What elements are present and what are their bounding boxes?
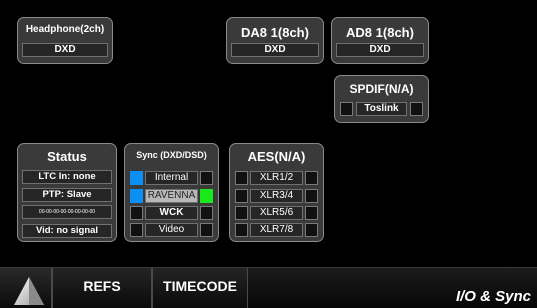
aes-title: AES(N/A) [247, 149, 306, 164]
tab-refs[interactable]: REFS [52, 268, 152, 308]
status-panel: Status LTC In: none PTP: Slave 00-00-00-… [17, 143, 117, 242]
aes-xlr12-left-checkbox[interactable] [235, 171, 248, 185]
menu-button[interactable] [0, 268, 52, 308]
sync-internal-lock-indicator [200, 171, 213, 185]
da8-rate[interactable]: DXD [231, 43, 319, 57]
spdif-toslink[interactable]: Toslink [356, 102, 407, 116]
sync-panel: Sync (DXD/DSD) Internal RAVENNA WCK Vide… [124, 143, 219, 242]
aes-xlr56-right-checkbox[interactable] [305, 206, 318, 220]
bottom-nav-bar: REFS TIMECODE I/O & Sync [0, 267, 537, 308]
sync-ravenna-lock-indicator [200, 189, 213, 203]
ltc-status: LTC In: none [22, 170, 112, 184]
sync-wck-select-indicator[interactable] [130, 206, 143, 220]
sync-title: Sync (DXD/DSD) [136, 150, 207, 160]
ptp-id: 00-00-00-00-00-00-00-00 [22, 205, 112, 219]
headphone-title: Headphone(2ch) [25, 24, 105, 35]
sync-video-label[interactable]: Video [145, 223, 198, 237]
tab-timecode[interactable]: TIMECODE [152, 268, 248, 308]
sync-internal-label[interactable]: Internal [145, 171, 198, 185]
aes-xlr56-label[interactable]: XLR5/6 [250, 206, 303, 220]
spdif-panel: SPDIF(N/A) Toslink [334, 75, 429, 123]
sync-ravenna-label[interactable]: RAVENNA [145, 189, 198, 203]
spdif-right-checkbox[interactable] [410, 102, 423, 116]
spdif-title: SPDIF(N/A) [349, 82, 414, 96]
triangle-up-icon [14, 277, 44, 305]
sync-video-lock-indicator [200, 223, 213, 237]
ad8-panel: AD8 1(8ch) DXD [331, 17, 429, 64]
aes-xlr12-label[interactable]: XLR1/2 [250, 171, 303, 185]
aes-xlr34-left-checkbox[interactable] [235, 189, 248, 203]
da8-title: DA8 1(8ch) [241, 25, 309, 40]
aes-xlr78-label[interactable]: XLR7/8 [250, 223, 303, 237]
headphone-rate[interactable]: DXD [22, 43, 108, 57]
page-title: I/O & Sync [455, 288, 531, 305]
aes-panel: AES(N/A) XLR1/2 XLR3/4 XLR5/6 XLR7/8 [229, 143, 324, 242]
status-title: Status [47, 149, 87, 164]
aes-xlr78-left-checkbox[interactable] [235, 223, 248, 237]
sync-video-select-indicator[interactable] [130, 223, 143, 237]
ad8-title: AD8 1(8ch) [346, 25, 414, 40]
spdif-left-checkbox[interactable] [340, 102, 353, 116]
sync-ravenna-select-indicator[interactable] [130, 189, 143, 203]
video-status: Vid: no signal [22, 224, 112, 238]
ptp-status: PTP: Slave [22, 188, 112, 202]
sync-wck-label[interactable]: WCK [145, 206, 198, 220]
headphone-panel: Headphone(2ch) DXD [17, 17, 113, 64]
aes-xlr34-right-checkbox[interactable] [305, 189, 318, 203]
da8-panel: DA8 1(8ch) DXD [226, 17, 324, 64]
aes-xlr78-right-checkbox[interactable] [305, 223, 318, 237]
aes-xlr12-right-checkbox[interactable] [305, 171, 318, 185]
ad8-rate[interactable]: DXD [336, 43, 424, 57]
sync-wck-lock-indicator [200, 206, 213, 220]
sync-internal-select-indicator[interactable] [130, 171, 143, 185]
aes-xlr56-left-checkbox[interactable] [235, 206, 248, 220]
aes-xlr34-label[interactable]: XLR3/4 [250, 189, 303, 203]
